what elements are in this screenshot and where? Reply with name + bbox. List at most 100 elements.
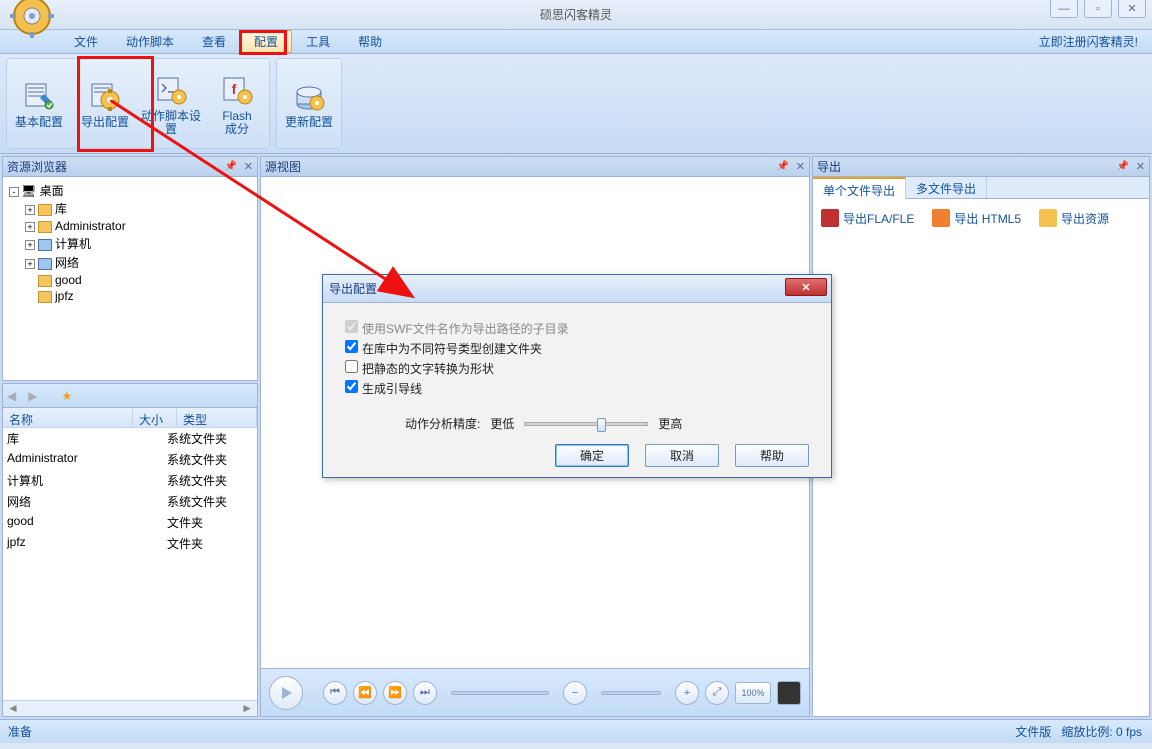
zoom-fit-button[interactable]: ⤢ xyxy=(705,681,729,705)
export-fla-button[interactable]: 导出FLA/FLE xyxy=(821,209,914,227)
export-resources-button[interactable]: 导出资源 xyxy=(1039,209,1109,227)
tree-item[interactable]: +库 xyxy=(25,199,253,218)
slider-high-label: 更高 xyxy=(658,415,682,432)
dialog-close-button[interactable]: ✕ xyxy=(785,278,827,296)
list-item[interactable]: 计算机系统文件夹 xyxy=(3,470,257,491)
export-body: 导出FLA/FLE 导出 HTML5 导出资源 xyxy=(813,199,1149,716)
zoom-in-button[interactable]: + xyxy=(675,681,699,705)
dialog-title: 导出配置 xyxy=(329,280,377,297)
check-static-to-shape[interactable]: 把静态的文字转换为形状 xyxy=(345,360,809,377)
tab-single-export[interactable]: 单个文件导出 xyxy=(813,177,906,199)
dialog-title-bar[interactable]: 导出配置 ✕ xyxy=(323,275,831,303)
next-button[interactable]: ⏩ xyxy=(383,681,407,705)
rewind-button[interactable]: ⏮ xyxy=(323,681,347,705)
list-item[interactable]: Administrator系统文件夹 xyxy=(3,449,257,470)
menu-view[interactable]: 查看 xyxy=(188,30,240,53)
close-window-button[interactable]: ✕ xyxy=(1118,0,1146,18)
list-item[interactable]: 库系统文件夹 xyxy=(3,428,257,449)
back-icon[interactable]: ◀ xyxy=(7,389,16,403)
play-track[interactable] xyxy=(451,691,549,695)
play-button[interactable] xyxy=(269,676,303,710)
ok-button[interactable]: 确定 xyxy=(555,444,629,467)
menu-help[interactable]: 帮助 xyxy=(344,30,396,53)
register-link[interactable]: 立即注册闪客精灵! xyxy=(1039,33,1138,50)
pin-icon[interactable]: 📌 xyxy=(777,161,789,172)
folder-tree[interactable]: -🖥 桌面 +库 +Administrator +计算机 +网络 good jp… xyxy=(3,177,257,380)
menu-tools[interactable]: 工具 xyxy=(292,30,344,53)
slider-label: 动作分析精度: xyxy=(405,415,480,432)
tree-item[interactable]: +计算机 xyxy=(25,234,253,253)
flash-components-button[interactable]: f Flash 成分 xyxy=(205,59,269,148)
zoom-slider[interactable] xyxy=(601,691,661,695)
slider-low-label: 更低 xyxy=(490,415,514,432)
cancel-button[interactable]: 取消 xyxy=(645,444,719,467)
update-config-label: 更新配置 xyxy=(285,116,333,129)
panel-close-icon[interactable]: ✕ xyxy=(1136,160,1145,173)
tree-collapse-icon[interactable]: - xyxy=(9,187,19,197)
pin-icon[interactable]: 📌 xyxy=(1117,161,1129,172)
scroll-left-icon[interactable]: ◄ xyxy=(7,701,19,716)
precision-slider[interactable] xyxy=(524,422,648,426)
file-list-header: 名称 大小 类型 xyxy=(3,408,257,428)
update-config-icon xyxy=(292,78,326,112)
export-html5-button[interactable]: 导出 HTML5 xyxy=(932,209,1021,227)
slider-thumb[interactable] xyxy=(597,418,606,432)
pin-icon[interactable]: 📌 xyxy=(225,161,237,172)
tree-item[interactable]: +Administrator xyxy=(25,218,253,234)
menu-config[interactable]: 配置 xyxy=(240,30,292,53)
panel-close-icon[interactable]: ✕ xyxy=(796,160,805,173)
actionscript-config-button[interactable]: 动作脚本设置 xyxy=(139,59,203,148)
bgcolor-button[interactable] xyxy=(777,681,801,705)
menu-file[interactable]: 文件 xyxy=(60,30,112,53)
basic-config-button[interactable]: 基本配置 xyxy=(7,59,71,148)
col-size[interactable]: 大小 xyxy=(133,408,177,427)
col-name[interactable]: 名称 xyxy=(3,408,133,427)
app-icon xyxy=(8,0,56,40)
scroll-right-icon[interactable]: ► xyxy=(241,701,253,716)
file-list[interactable]: 库系统文件夹 Administrator系统文件夹 计算机系统文件夹 网络系统文… xyxy=(3,428,257,700)
flash-components-icon: f xyxy=(220,72,254,106)
status-zoom: 缩放比例: 0 fps xyxy=(1061,723,1142,740)
list-item[interactable]: good文件夹 xyxy=(3,512,257,533)
check-gen-guide[interactable]: 生成引导线 xyxy=(345,380,809,397)
flash-components-label: Flash 成分 xyxy=(222,110,251,136)
window-title: 硕思闪客精灵 xyxy=(540,6,612,23)
playback-bar: ⏮ ⏪ ⏩ ⏭ − + ⤢ 100% xyxy=(261,668,809,716)
status-file-version: 文件版 xyxy=(1015,723,1051,740)
zoom-100-button[interactable]: 100% xyxy=(735,682,771,704)
zoom-out-button[interactable]: − xyxy=(563,681,587,705)
status-bar: 准备 文件版 缩放比例: 0 fps xyxy=(0,719,1152,743)
title-bar: 硕思闪客精灵 ― ▫ ✕ xyxy=(0,0,1152,30)
forward-icon[interactable]: ▶ xyxy=(28,389,37,403)
tab-multi-export[interactable]: 多文件导出 xyxy=(906,177,987,198)
tree-root[interactable]: 桌面 xyxy=(40,184,64,198)
prev-button[interactable]: ⏪ xyxy=(353,681,377,705)
list-item[interactable]: jpfz文件夹 xyxy=(3,533,257,554)
list-item[interactable]: 网络系统文件夹 xyxy=(3,491,257,512)
file-toolbar: ◀ ▶ ★ xyxy=(3,384,257,408)
basic-config-icon xyxy=(22,78,56,112)
maximize-button[interactable]: ▫ xyxy=(1084,0,1112,18)
status-text: 准备 xyxy=(8,723,32,740)
col-type[interactable]: 类型 xyxy=(177,408,257,427)
export-config-icon xyxy=(88,78,122,112)
export-config-label: 导出配置 xyxy=(81,116,129,129)
resource-browser-header: 资源浏览器 📌 ✕ xyxy=(3,157,257,177)
help-button[interactable]: 帮助 xyxy=(735,444,809,467)
favorite-icon[interactable]: ★ xyxy=(61,389,72,403)
ribbon-toolbar: 基本配置 导出配置 动作脚本设置 f Flash 成分 更新配置 xyxy=(0,54,1152,154)
end-button[interactable]: ⏭ xyxy=(413,681,437,705)
check-create-folders[interactable]: 在库中为不同符号类型创建文件夹 xyxy=(345,340,809,357)
tree-item[interactable]: jpfz xyxy=(25,288,253,304)
tree-item[interactable]: +网络 xyxy=(25,253,253,272)
actionscript-config-label: 动作脚本设置 xyxy=(141,110,201,136)
export-config-dialog: 导出配置 ✕ 使用SWF文件名作为导出路径的子目录 在库中为不同符号类型创建文件… xyxy=(322,274,832,478)
minimize-button[interactable]: ― xyxy=(1050,0,1078,18)
export-config-button[interactable]: 导出配置 xyxy=(73,59,137,148)
panel-close-icon[interactable]: ✕ xyxy=(244,160,253,173)
actionscript-config-icon xyxy=(154,72,188,106)
update-config-button[interactable]: 更新配置 xyxy=(277,59,341,148)
tree-item[interactable]: good xyxy=(25,272,253,288)
basic-config-label: 基本配置 xyxy=(15,116,63,129)
menu-actionscript[interactable]: 动作脚本 xyxy=(112,30,188,53)
